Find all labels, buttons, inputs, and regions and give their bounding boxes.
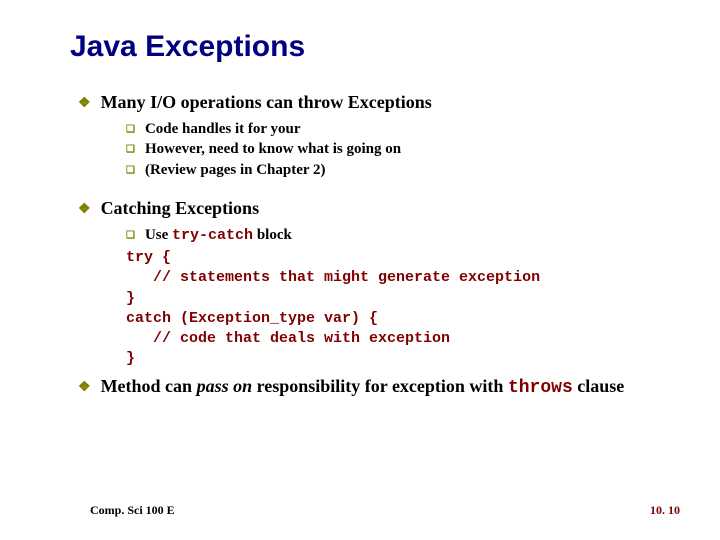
sub-list-2: ❏ Use try-catch block xyxy=(126,225,670,246)
bullet-text: Many I/O operations can throw Exceptions xyxy=(101,92,432,113)
sub-list-1: ❏ Code handles it for your ❏ However, ne… xyxy=(126,119,670,180)
text-fragment-italic: pass on xyxy=(197,376,253,396)
code-token: try-catch xyxy=(172,227,253,244)
list-item: ❏ Code handles it for your xyxy=(126,119,670,139)
square-icon: ❏ xyxy=(126,164,135,178)
bullet-throws: ❖ Method can pass on responsibility for … xyxy=(78,376,670,398)
text-fragment: responsibility for exception with xyxy=(252,376,508,396)
text-fragment: block xyxy=(253,227,292,243)
text-fragment: Method can xyxy=(101,376,197,396)
diamond-icon: ❖ xyxy=(78,379,91,396)
square-icon: ❏ xyxy=(126,143,135,157)
bullet-text: Catching Exceptions xyxy=(101,198,260,219)
list-item-text: (Review pages in Chapter 2) xyxy=(145,160,326,180)
bullet-text: Method can pass on responsibility for ex… xyxy=(101,376,625,398)
list-item: ❏ (Review pages in Chapter 2) xyxy=(126,160,670,180)
diamond-icon: ❖ xyxy=(78,201,91,218)
list-item-text: However, need to know what is going on xyxy=(145,139,401,159)
bullet-io-operations: ❖ Many I/O operations can throw Exceptio… xyxy=(78,92,670,113)
footer-right: 10. 10 xyxy=(650,503,680,518)
footer: Comp. Sci 100 E 10. 10 xyxy=(90,503,680,518)
bullet-catching: ❖ Catching Exceptions xyxy=(78,198,670,219)
text-fragment: clause xyxy=(573,376,625,396)
list-item-text: Use try-catch block xyxy=(145,225,292,246)
page-title: Java Exceptions xyxy=(70,30,670,64)
diamond-icon: ❖ xyxy=(78,95,91,112)
square-icon: ❏ xyxy=(126,123,135,137)
slide: Java Exceptions ❖ Many I/O operations ca… xyxy=(0,0,720,540)
list-item: ❏ However, need to know what is going on xyxy=(126,139,670,159)
code-block: try { // statements that might generate … xyxy=(126,248,670,370)
list-item-text: Code handles it for your xyxy=(145,119,301,139)
text-fragment: Use xyxy=(145,227,172,243)
footer-left: Comp. Sci 100 E xyxy=(90,503,175,518)
code-token: throws xyxy=(508,378,573,398)
list-item: ❏ Use try-catch block xyxy=(126,225,670,246)
square-icon: ❏ xyxy=(126,229,135,243)
